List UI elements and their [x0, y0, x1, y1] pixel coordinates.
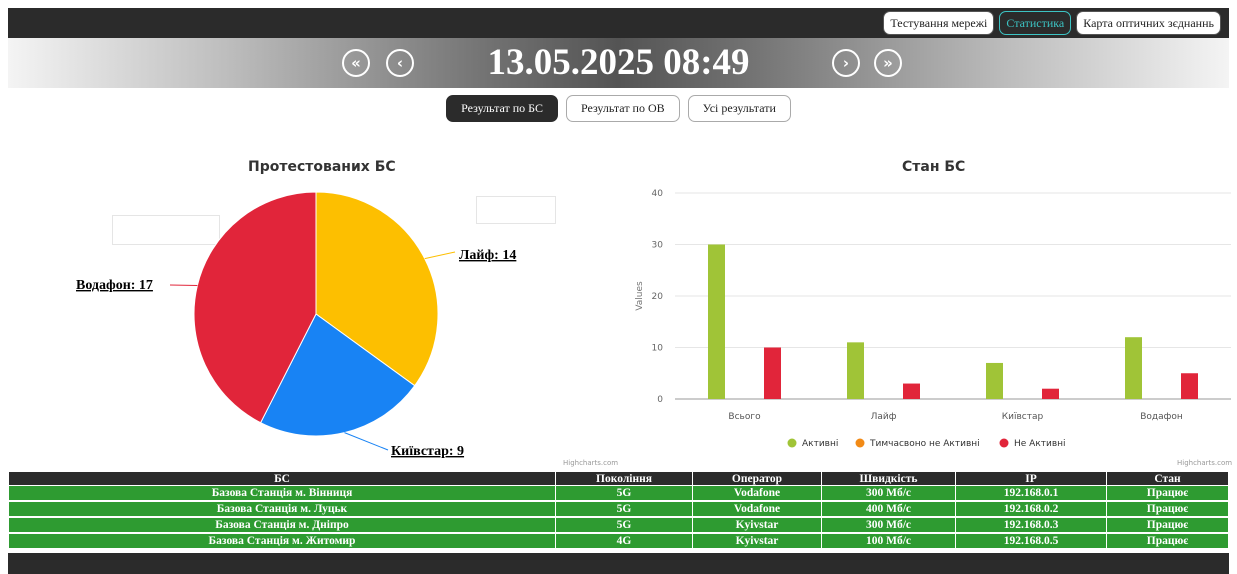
bar[interactable]	[1125, 337, 1142, 399]
bar[interactable]	[903, 383, 920, 399]
bar[interactable]	[1042, 388, 1059, 399]
cell-speed: 400 Мб/с	[821, 501, 956, 518]
y-tick-label: 40	[652, 189, 664, 199]
bar[interactable]	[764, 347, 781, 400]
cell-generation: 5G	[555, 501, 693, 518]
pie-data-label: Київстар: 9	[391, 444, 464, 459]
cell-operator: Kyivstar	[692, 533, 822, 550]
header-status: Стан	[1106, 471, 1229, 486]
x-tick-label: Лайф	[871, 412, 897, 422]
bar[interactable]	[1181, 373, 1198, 399]
cell-status: Працює	[1106, 517, 1229, 534]
pie-connector	[344, 432, 389, 451]
header-generation: Покоління	[555, 471, 693, 486]
x-tick-label: Водафон	[1140, 412, 1183, 422]
cell-operator: Kyivstar	[692, 517, 822, 534]
nav-network-testing[interactable]: Тестування мережі	[883, 11, 995, 35]
header-bs: БС	[8, 471, 556, 486]
table-row[interactable]: Базова Станція м. Луцьк 5G Vodafone 400 …	[8, 501, 1229, 518]
y-tick-label: 0	[657, 395, 663, 405]
cell-generation: 5G	[555, 517, 693, 534]
pie-connector	[424, 251, 456, 260]
x-tick-label: Всього	[728, 412, 761, 422]
header-ip: IP	[955, 471, 1107, 486]
cell-status: Працює	[1106, 533, 1229, 550]
pie-chart: Лайф: 14 Київстар: 9 Водафон: 17	[76, 191, 516, 459]
cell-status: Працює	[1106, 501, 1229, 518]
legend-item[interactable]: Активні	[802, 439, 838, 449]
bar[interactable]	[986, 362, 1003, 399]
pie-data-label: Водафон: 17	[76, 278, 153, 293]
bar[interactable]	[708, 244, 725, 400]
chart-credits: Highcharts.com	[1177, 459, 1233, 467]
cell-generation: 5G	[555, 485, 693, 502]
legend-marker[interactable]	[787, 438, 797, 448]
cell-speed: 300 Мб/с	[821, 517, 956, 534]
cell-status: Працює	[1106, 485, 1229, 502]
last-page-icon[interactable]: »	[874, 49, 902, 77]
next-page-icon[interactable]: ›	[832, 49, 860, 77]
cell-generation: 4G	[555, 533, 693, 550]
cell-ip: 192.168.0.5	[955, 533, 1107, 550]
cell-ip: 192.168.0.3	[955, 517, 1107, 534]
bottom-bar	[8, 553, 1229, 574]
tab-all-results[interactable]: Усі результати	[687, 95, 791, 122]
cell-speed: 100 Мб/с	[821, 533, 956, 550]
y-tick-label: 30	[652, 241, 664, 251]
header-speed: Швидкість	[821, 471, 956, 486]
legend-marker[interactable]	[999, 438, 1009, 448]
y-tick-label: 10	[652, 344, 664, 354]
cell-bs: Базова Станція м. Дніпро	[8, 517, 556, 534]
table-row[interactable]: Базова Станція м. Вінниця 5G Vodafone 30…	[8, 485, 1229, 502]
cell-operator: Vodafone	[692, 501, 822, 518]
bar-chart-title: Стан БС	[902, 159, 966, 175]
y-tick-label: 20	[652, 292, 664, 302]
legend-item[interactable]: Не Активні	[1014, 439, 1066, 449]
y-axis-label: Values	[635, 281, 645, 311]
legend-marker[interactable]	[855, 438, 865, 448]
cell-bs: Базова Станція м. Житомир	[8, 533, 556, 550]
header-operator: Оператор	[692, 471, 822, 486]
cell-ip: 192.168.0.1	[955, 485, 1107, 502]
table-row[interactable]: Базова Станція м. Дніпро 5G Kyivstar 300…	[8, 517, 1229, 534]
cell-speed: 300 Мб/с	[821, 485, 956, 502]
cell-operator: Vodafone	[692, 485, 822, 502]
chart-credits: Highcharts.com	[563, 459, 619, 467]
base-station-table: БС Покоління Оператор Швидкість IP Стан …	[8, 471, 1229, 550]
pie-connector	[169, 284, 198, 287]
x-tick-label: Київстар	[1002, 412, 1044, 422]
pie-data-label: Лайф: 14	[459, 248, 516, 263]
cell-bs: Базова Станція м. Вінниця	[8, 485, 556, 502]
nav-statistics[interactable]: Статистика	[999, 11, 1072, 35]
cell-bs: Базова Станція м. Луцьк	[8, 501, 556, 518]
legend-item[interactable]: Тимчасвоно не Активні	[869, 439, 980, 449]
table-header-row: БС Покоління Оператор Швидкість IP Стан	[8, 471, 1229, 486]
bar-chart: 0 10 20 30 40 Values Всього Лайф Київстар Водафон…	[635, 189, 1231, 449]
top-nav: Тестування мережі Статистика Карта оптич…	[883, 11, 1221, 35]
bar[interactable]	[847, 342, 864, 399]
cell-ip: 192.168.0.2	[955, 501, 1107, 518]
table-row[interactable]: Базова Станція м. Житомир 4G Kyivstar 10…	[8, 533, 1229, 550]
nav-optical-map[interactable]: Карта оптичних зєднаннь	[1076, 11, 1221, 35]
